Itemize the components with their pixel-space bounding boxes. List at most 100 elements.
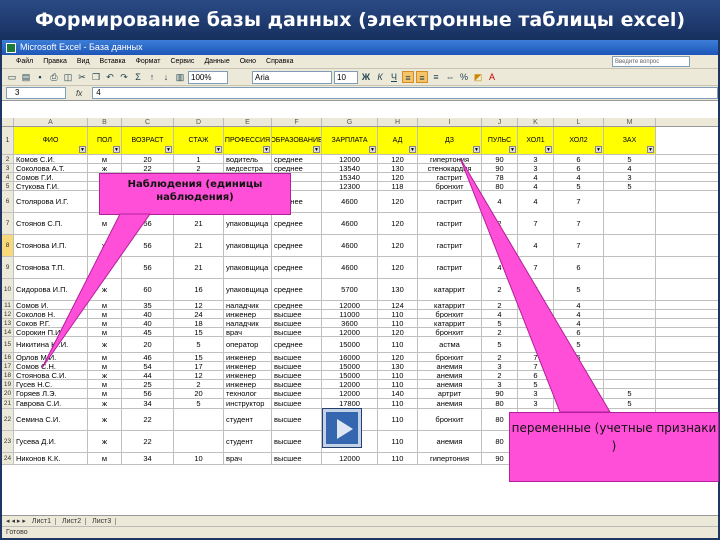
table-cell[interactable]: ж: [88, 399, 122, 408]
menu-item-1[interactable]: Правка: [43, 58, 67, 65]
table-cell[interactable]: 4: [554, 301, 604, 309]
table-cell[interactable]: 4: [482, 191, 518, 212]
table-cell[interactable]: 34: [122, 453, 174, 464]
row-number[interactable]: 15: [2, 337, 14, 352]
table-cell[interactable]: 3: [518, 399, 554, 408]
table-cell[interactable]: 12000: [322, 155, 378, 163]
table-cell[interactable]: 2: [174, 380, 224, 388]
table-cell[interactable]: 80: [482, 182, 518, 190]
table-cell[interactable]: 118: [378, 182, 418, 190]
row-number[interactable]: 9: [2, 257, 14, 278]
row-number[interactable]: 19: [2, 380, 14, 388]
row-number[interactable]: 1: [2, 127, 14, 154]
table-cell[interactable]: [604, 362, 656, 370]
table-cell[interactable]: [604, 371, 656, 379]
header-cell[interactable]: ФИО ▼: [14, 127, 88, 154]
table-cell[interactable]: 4: [518, 328, 554, 336]
filter-dropdown-icon[interactable]: ▼: [509, 146, 516, 153]
preview-icon[interactable]: ◫: [62, 71, 74, 83]
table-cell[interactable]: 4: [554, 371, 604, 379]
cut-icon[interactable]: ✂: [76, 71, 88, 83]
table-cell[interactable]: Комов С.И.: [14, 155, 88, 163]
table-cell[interactable]: высшее: [272, 310, 322, 318]
table-cell[interactable]: инженер: [224, 371, 272, 379]
table-cell[interactable]: водитель: [224, 155, 272, 163]
table-cell[interactable]: 5: [554, 337, 604, 352]
table-cell[interactable]: бронхит: [418, 328, 482, 336]
filter-dropdown-icon[interactable]: ▼: [215, 146, 222, 153]
table-cell[interactable]: Стукова Г.И.: [14, 182, 88, 190]
header-cell[interactable]: ПРОФЕССИЯ ▼: [224, 127, 272, 154]
table-cell[interactable]: 4600: [322, 257, 378, 278]
column-header-F[interactable]: F: [272, 118, 322, 126]
row-number[interactable]: 7: [2, 213, 14, 234]
table-cell[interactable]: 5: [482, 319, 518, 327]
table-cell[interactable]: ж: [88, 337, 122, 352]
chart-icon[interactable]: ▥: [174, 71, 186, 83]
table-cell[interactable]: 7: [518, 213, 554, 234]
filter-dropdown-icon[interactable]: ▼: [647, 146, 654, 153]
table-cell[interactable]: 12: [174, 371, 224, 379]
table-cell[interactable]: наладчик: [224, 319, 272, 327]
table-cell[interactable]: 12000: [322, 453, 378, 464]
table-cell[interactable]: 4600: [322, 235, 378, 256]
table-cell[interactable]: высшее: [272, 380, 322, 388]
table-cell[interactable]: 7: [518, 353, 554, 361]
table-cell[interactable]: 4: [518, 191, 554, 212]
table-cell[interactable]: 120: [378, 328, 418, 336]
table-cell[interactable]: 110: [378, 380, 418, 388]
table-cell[interactable]: анемия: [418, 371, 482, 379]
undo-icon[interactable]: ↶: [104, 71, 116, 83]
table-cell[interactable]: 90: [482, 164, 518, 172]
table-cell[interactable]: ж: [88, 431, 122, 452]
table-cell[interactable]: 12300: [322, 182, 378, 190]
table-cell[interactable]: [604, 328, 656, 336]
row-number[interactable]: 23: [2, 431, 14, 452]
table-cell[interactable]: м: [88, 301, 122, 309]
table-cell[interactable]: 16: [174, 279, 224, 300]
sum-icon[interactable]: Σ: [132, 71, 144, 83]
table-cell[interactable]: гастрит: [418, 235, 482, 256]
table-cell[interactable]: 5: [554, 279, 604, 300]
column-header-B[interactable]: B: [88, 118, 122, 126]
table-cell[interactable]: 15340: [322, 173, 378, 181]
table-cell[interactable]: 4: [554, 310, 604, 318]
table-cell[interactable]: 4: [482, 310, 518, 318]
row-number[interactable]: 3: [2, 164, 14, 172]
table-cell[interactable]: 110: [378, 371, 418, 379]
table-cell[interactable]: Соков Р.Г.: [14, 319, 88, 327]
table-cell[interactable]: Соколов Н.: [14, 310, 88, 318]
table-cell[interactable]: 120: [378, 191, 418, 212]
table-cell[interactable]: 90: [482, 155, 518, 163]
header-cell[interactable]: ДЗ ▼: [418, 127, 482, 154]
table-cell[interactable]: среднее: [272, 301, 322, 309]
table-cell[interactable]: 4: [518, 173, 554, 181]
table-cell[interactable]: [604, 279, 656, 300]
table-cell[interactable]: 56: [122, 389, 174, 398]
table-cell[interactable]: 4: [604, 164, 656, 172]
table-cell[interactable]: 6: [554, 353, 604, 361]
table-cell[interactable]: среднее: [272, 155, 322, 163]
table-cell[interactable]: Гусев Н.С.: [14, 380, 88, 388]
header-cell[interactable]: ЗАХ ▼: [604, 127, 656, 154]
table-cell[interactable]: 40: [122, 310, 174, 318]
table-cell[interactable]: 3: [604, 173, 656, 181]
table-cell[interactable]: 15000: [322, 337, 378, 352]
header-cell[interactable]: ВОЗРАСТ ▼: [122, 127, 174, 154]
table-cell[interactable]: упаковщица: [224, 235, 272, 256]
table-cell[interactable]: 2: [482, 353, 518, 361]
table-cell[interactable]: м: [88, 353, 122, 361]
menu-item-8[interactable]: Справка: [266, 58, 293, 65]
table-cell[interactable]: [604, 310, 656, 318]
row-number[interactable]: 12: [2, 310, 14, 318]
table-cell[interactable]: 12000: [322, 301, 378, 309]
table-cell[interactable]: высшее: [272, 453, 322, 464]
table-cell[interactable]: среднее: [272, 164, 322, 172]
select-all-corner[interactable]: [2, 118, 14, 126]
table-cell[interactable]: Сидорова И.П.: [14, 279, 88, 300]
table-cell[interactable]: Соколова А.Т.: [14, 164, 88, 172]
table-cell[interactable]: анемия: [418, 399, 482, 408]
table-cell[interactable]: Никонов К.К.: [14, 453, 88, 464]
row-number[interactable]: 17: [2, 362, 14, 370]
table-cell[interactable]: высшее: [272, 399, 322, 408]
